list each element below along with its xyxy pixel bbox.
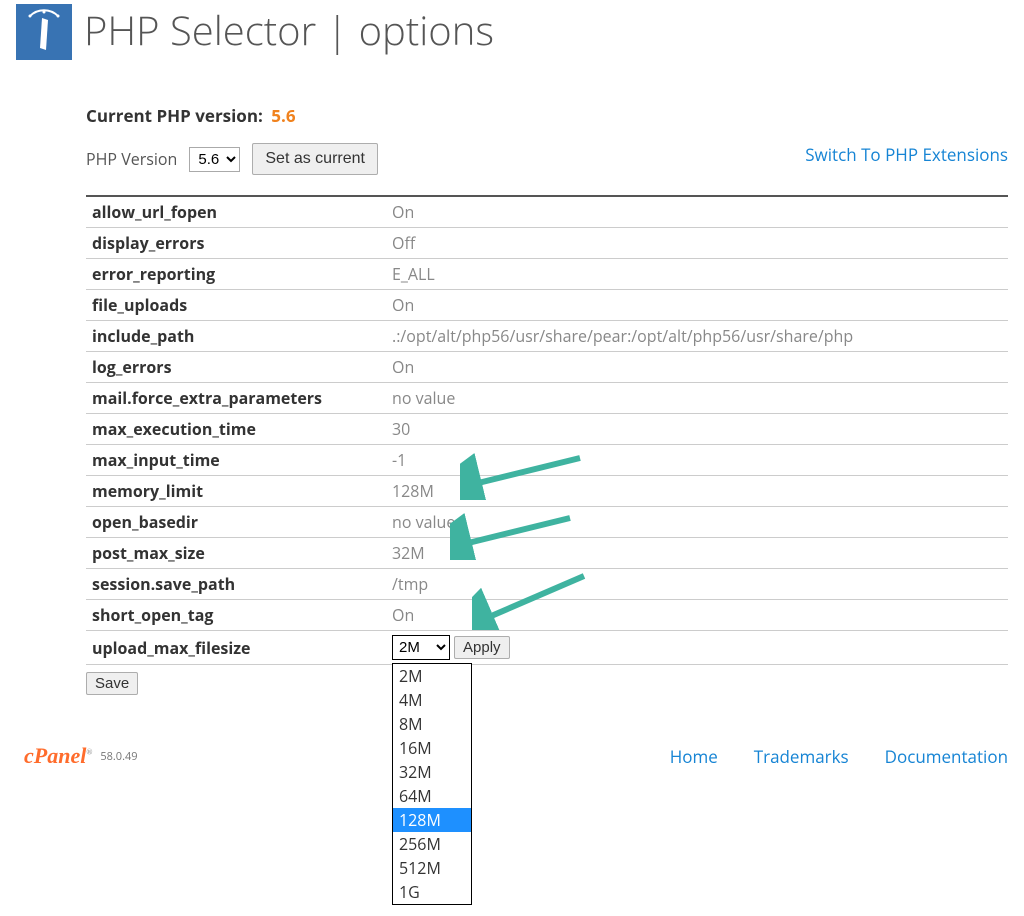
option-value[interactable]: no value: [386, 383, 1008, 414]
php-selector-icon: [16, 4, 72, 60]
option-row: display_errorsOff: [86, 228, 1008, 259]
dropdown-option[interactable]: 512M: [393, 856, 471, 880]
option-key: file_uploads: [86, 290, 386, 321]
option-row: upload_max_filesize2MApply2M4M8M16M32M64…: [86, 631, 1008, 665]
page-title: PHP Selector | options: [84, 4, 494, 56]
option-key: max_execution_time: [86, 414, 386, 445]
option-row: open_basedirno value: [86, 507, 1008, 538]
option-row: memory_limit128M: [86, 476, 1008, 507]
upload-max-filesize-select[interactable]: 2M: [392, 635, 450, 660]
switch-extensions-link[interactable]: Switch To PHP Extensions: [805, 143, 1008, 166]
option-row: error_reportingE_ALL: [86, 259, 1008, 290]
footer-trademarks-link[interactable]: Trademarks: [754, 745, 849, 768]
option-row: max_execution_time30: [86, 414, 1008, 445]
set-as-current-button[interactable]: Set as current: [252, 143, 378, 175]
save-button[interactable]: Save: [86, 672, 138, 695]
option-row: file_uploadsOn: [86, 290, 1008, 321]
option-key: mail.force_extra_parameters: [86, 383, 386, 414]
current-version-label: Current PHP version:: [86, 104, 263, 127]
apply-button[interactable]: Apply: [454, 636, 510, 659]
option-value[interactable]: 128M: [386, 476, 1008, 507]
option-key: display_errors: [86, 228, 386, 259]
dropdown-option[interactable]: 1G: [393, 880, 471, 904]
option-key: session.save_path: [86, 569, 386, 600]
dropdown-option[interactable]: 256M: [393, 832, 471, 856]
option-value[interactable]: On: [386, 290, 1008, 321]
option-key: upload_max_filesize: [86, 631, 386, 665]
option-key: max_input_time: [86, 445, 386, 476]
option-value: 2MApply2M4M8M16M32M64M128M256M512M1G: [386, 631, 1008, 665]
option-row: max_input_time-1: [86, 445, 1008, 476]
dropdown-option[interactable]: 64M: [393, 784, 471, 808]
option-value[interactable]: Off: [386, 228, 1008, 259]
option-row: allow_url_fopenOn: [86, 196, 1008, 228]
dropdown-option[interactable]: 32M: [393, 760, 471, 784]
option-value[interactable]: -1: [386, 445, 1008, 476]
footer-home-link[interactable]: Home: [670, 745, 718, 768]
dropdown-option[interactable]: 8M: [393, 712, 471, 736]
php-version-select[interactable]: 5.6: [189, 147, 240, 172]
php-version-label: PHP Version: [86, 148, 177, 170]
option-value[interactable]: On: [386, 600, 1008, 631]
current-version-row: Current PHP version: 5.6: [86, 104, 1008, 127]
option-value[interactable]: .:/opt/alt/php56/usr/share/pear:/opt/alt…: [386, 321, 1008, 352]
option-value[interactable]: 30: [386, 414, 1008, 445]
current-version-value: 5.6: [271, 104, 295, 127]
option-value[interactable]: E_ALL: [386, 259, 1008, 290]
option-key: log_errors: [86, 352, 386, 383]
option-key: short_open_tag: [86, 600, 386, 631]
option-value[interactable]: 32M: [386, 538, 1008, 569]
option-value[interactable]: /tmp: [386, 569, 1008, 600]
option-row: include_path.:/opt/alt/php56/usr/share/p…: [86, 321, 1008, 352]
option-value[interactable]: On: [386, 196, 1008, 228]
options-table: allow_url_fopenOndisplay_errorsOfferror_…: [86, 195, 1008, 665]
option-row: post_max_size32M: [86, 538, 1008, 569]
footer-version: 58.0.49: [100, 749, 137, 764]
dropdown-option[interactable]: 2M: [393, 664, 471, 688]
option-key: open_basedir: [86, 507, 386, 538]
option-key: memory_limit: [86, 476, 386, 507]
option-row: log_errorsOn: [86, 352, 1008, 383]
option-row: session.save_path/tmp: [86, 569, 1008, 600]
option-key: error_reporting: [86, 259, 386, 290]
footer-docs-link[interactable]: Documentation: [885, 745, 1008, 768]
option-value[interactable]: no value: [386, 507, 1008, 538]
option-key: include_path: [86, 321, 386, 352]
dropdown-option[interactable]: 16M: [393, 736, 471, 760]
cpanel-logo: cPanel®: [24, 743, 92, 769]
option-row: mail.force_extra_parametersno value: [86, 383, 1008, 414]
dropdown-option[interactable]: 128M: [393, 808, 471, 832]
upload-filesize-dropdown[interactable]: 2M4M8M16M32M64M128M256M512M1G: [392, 663, 472, 905]
option-key: allow_url_fopen: [86, 196, 386, 228]
dropdown-option[interactable]: 4M: [393, 688, 471, 712]
option-key: post_max_size: [86, 538, 386, 569]
option-row: short_open_tagOn: [86, 600, 1008, 631]
option-value[interactable]: On: [386, 352, 1008, 383]
